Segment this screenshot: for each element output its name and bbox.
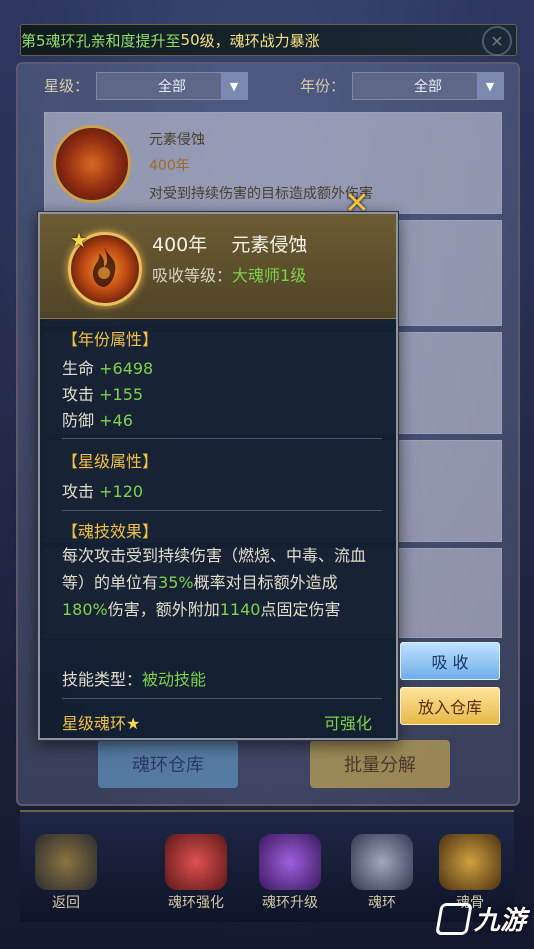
watermark-text: 九游 xyxy=(473,906,526,936)
popup-header: ★ 400年 元素侵蚀 吸收等级：大魂师1级 xyxy=(40,214,396,319)
skill-desc-chance: 35% xyxy=(158,573,194,592)
nav-back[interactable]: 返回 xyxy=(26,834,106,912)
def-value: +46 xyxy=(99,411,133,430)
skill-effect-heading: 【魂技效果】 xyxy=(62,522,159,541)
year-filter-label: 年份： xyxy=(300,77,346,95)
star-atk-label: 攻击 xyxy=(62,482,95,501)
skill-desc-damage: 180% xyxy=(62,600,108,619)
batch-split-button[interactable]: 批量分解 xyxy=(310,740,450,788)
nav-ring-label: 魂环 xyxy=(368,895,396,911)
def-attr: 防御 +46 xyxy=(62,407,133,431)
ring-icon xyxy=(351,834,413,890)
nav-ring-enhance-label: 魂环强化 xyxy=(168,895,224,911)
hp-value: +6498 xyxy=(99,359,154,378)
star-ring-label: 星级魂环★ xyxy=(62,710,140,734)
divider xyxy=(62,510,382,511)
def-label: 防御 xyxy=(62,411,95,430)
back-arrow-icon xyxy=(35,834,97,890)
soul-ring-icon xyxy=(53,125,131,203)
store-to-warehouse-button[interactable]: 放入仓库 xyxy=(400,687,500,725)
jiuyou-logo-icon xyxy=(435,902,473,935)
hp-label: 生命 xyxy=(62,359,95,378)
filter-row: 星级： 全部 ▼ 年份： 全部 ▼ xyxy=(44,72,504,100)
list-item[interactable]: 元素侵蚀 400年 对受到持续伤害的目标造成额外伤害 xyxy=(44,112,502,214)
star-filter-label: 星级： xyxy=(44,77,90,95)
star-atk-value: +120 xyxy=(99,482,144,501)
nav-ring-enhance[interactable]: 魂环强化 xyxy=(156,834,236,912)
star-filter-value: 全部 xyxy=(158,79,186,95)
skill-description: 每次攻击受到持续伤害（燃烧、中毒、流血等）的单位有35%概率对目标额外造成180… xyxy=(62,542,382,623)
atk-value: +155 xyxy=(99,385,144,404)
divider xyxy=(62,698,382,699)
hp-attr: 生命 +6498 xyxy=(62,355,153,379)
year-filter-value: 全部 xyxy=(414,79,442,95)
star-atk-attr: 攻击 +120 xyxy=(62,478,143,502)
year-attributes-heading: 【年份属性】 xyxy=(62,330,159,349)
watermark: 九游 xyxy=(435,900,526,937)
absorb-level-value: 大魂师1级 xyxy=(232,266,307,285)
chevron-down-icon: ▼ xyxy=(221,73,247,99)
panel-close-icon[interactable]: ✕ xyxy=(482,26,512,56)
skill-type-label: 技能类型： xyxy=(62,670,143,689)
ring-upgrade-icon xyxy=(259,834,321,890)
bone-icon xyxy=(439,834,501,890)
absorb-level: 吸收等级：大魂师1级 xyxy=(152,262,306,286)
atk-label: 攻击 xyxy=(62,385,95,404)
system-announcement: 第5魂环孔亲和度提升至 50 级，魂环战力暴涨 xyxy=(20,24,517,56)
skill-type-value: 被动技能 xyxy=(142,670,207,689)
nav-back-label: 返回 xyxy=(52,895,80,911)
divider xyxy=(62,438,382,439)
star-attributes-heading: 【星级属性】 xyxy=(62,452,159,471)
popup-title: 400年 元素侵蚀 xyxy=(152,234,308,256)
skill-type: 技能类型：被动技能 xyxy=(62,666,206,690)
nav-ring-upgrade[interactable]: 魂环升级 xyxy=(250,834,330,912)
soul-ring-detail-popup: ★ 400年 元素侵蚀 吸收等级：大魂师1级 【年份属性】 生命 +6498 攻… xyxy=(38,212,398,740)
skill-desc-text: 概率对目标额外造成 xyxy=(193,573,338,592)
list-item-year: 400年 xyxy=(149,158,190,174)
year-filter-select[interactable]: 全部 ▼ xyxy=(352,72,504,100)
announcement-level: 50 xyxy=(180,31,200,49)
skill-desc-points: 1140 xyxy=(219,600,261,619)
announcement-text-end: 级，魂环战力暴涨 xyxy=(199,31,320,50)
absorb-level-label: 吸收等级： xyxy=(152,266,233,285)
enhanceable-status: 可强化 xyxy=(323,714,372,733)
warehouse-button[interactable]: 魂环仓库 xyxy=(98,740,238,788)
chevron-down-icon: ▼ xyxy=(477,73,503,99)
star-icon: ★ xyxy=(126,714,141,733)
list-item-name: 元素侵蚀 xyxy=(149,132,205,148)
nav-ring-upgrade-label: 魂环升级 xyxy=(262,895,318,911)
star-filter-select[interactable]: 全部 ▼ xyxy=(96,72,248,100)
skill-desc-text: 伤害，额外附加 xyxy=(107,600,220,619)
absorb-button[interactable]: 吸 收 xyxy=(400,642,500,680)
star-icon: ★ xyxy=(70,228,88,252)
announcement-text: 第5魂环孔亲和度提升至 xyxy=(21,31,181,50)
flame-icon xyxy=(92,247,116,287)
ring-enhance-icon xyxy=(165,834,227,890)
skill-desc-text: 点固定伤害 xyxy=(260,600,341,619)
star-ring-text: 星级魂环 xyxy=(62,714,127,733)
atk-attr: 攻击 +155 xyxy=(62,381,143,405)
close-icon[interactable]: ✕ xyxy=(340,186,374,221)
nav-ring[interactable]: 魂环 xyxy=(342,834,422,912)
